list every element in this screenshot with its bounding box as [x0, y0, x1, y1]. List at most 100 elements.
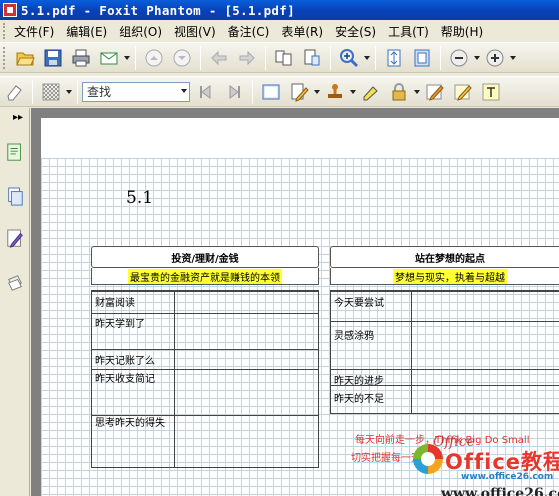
- menu-bar: 文件(F) 编辑(E) 组织(O) 视图(V) 备注(C) 表单(R) 安全(S…: [0, 20, 559, 42]
- save-button[interactable]: [40, 45, 66, 71]
- fit-page-button[interactable]: [381, 45, 407, 71]
- toolbar-separator: [375, 45, 376, 70]
- toolbar-separator: [200, 45, 201, 70]
- chevron-down-icon[interactable]: [181, 88, 187, 93]
- zoom-plus-button[interactable]: [482, 45, 508, 71]
- highlighter-icon: [363, 85, 378, 100]
- pdf-page: 5.1 投资/理财/金钱 最宝贵的金融资产就是赚钱的本领 财富阅读 昨天学到了 …: [41, 118, 559, 496]
- text-box-button[interactable]: [478, 79, 504, 105]
- email-button[interactable]: [96, 45, 122, 71]
- arrow-right-icon: [239, 50, 255, 65]
- right-subtitle-text: 梦想与现实，执着与超越: [393, 268, 507, 284]
- document-view[interactable]: 5.1 投资/理财/金钱 最宝贵的金融资产就是赚钱的本领 财富阅读 昨天学到了 …: [31, 108, 559, 496]
- menu-view[interactable]: 视图(V): [168, 23, 222, 40]
- page-extract-button[interactable]: [271, 45, 297, 71]
- pencil-dropdown[interactable]: [313, 79, 321, 105]
- next-page-button[interactable]: [169, 45, 195, 71]
- eraser-icon: [7, 84, 22, 100]
- folder-open-icon: [16, 52, 35, 65]
- menu-organize[interactable]: 组织(O): [113, 23, 168, 40]
- menu-security[interactable]: 安全(S): [329, 23, 382, 40]
- circle-up-icon: [145, 49, 163, 66]
- row-label-shortcomings: 昨天的不足: [334, 394, 384, 405]
- menu-help[interactable]: 帮助(H): [435, 23, 489, 40]
- row-label-inspiration: 灵感涂鸦: [334, 331, 374, 342]
- row-label-wealth-reading: 财富阅读: [95, 298, 135, 309]
- office26-watermark: Office Office教程网 www.office26.com www.of…: [413, 430, 559, 496]
- email-icon: [100, 52, 118, 64]
- row-label-progress: 昨天的进步: [334, 376, 384, 387]
- zoom-plus-dropdown[interactable]: [509, 45, 517, 71]
- zoom-dropdown[interactable]: [363, 45, 371, 71]
- row-label-income-expense: 昨天收支简记: [95, 374, 155, 385]
- find-previous-button[interactable]: [193, 79, 219, 105]
- highlight-button[interactable]: [358, 79, 384, 105]
- stamp-button[interactable]: [322, 79, 348, 105]
- find-box[interactable]: [82, 81, 190, 102]
- zoom-in-button[interactable]: [336, 45, 362, 71]
- toolbar-separator: [32, 79, 33, 104]
- eraser-button[interactable]: [1, 79, 27, 105]
- page-thumbnails-icon: [7, 143, 21, 161]
- menu-comments[interactable]: 备注(C): [222, 23, 276, 40]
- row-label-try-today: 今天要尝试: [334, 298, 384, 309]
- pencil-icon: [291, 83, 309, 102]
- menu-edit[interactable]: 编辑(E): [60, 23, 113, 40]
- open-button[interactable]: [12, 45, 38, 71]
- menu-forms[interactable]: 表单(R): [275, 23, 329, 40]
- zoom-out-dropdown[interactable]: [473, 45, 481, 71]
- edit-note-button[interactable]: [450, 79, 476, 105]
- toolbar-separator: [440, 45, 441, 70]
- find-next-icon: [229, 84, 240, 99]
- back-button[interactable]: [206, 45, 232, 71]
- pages-panel-button[interactable]: [3, 138, 27, 168]
- page-insert-button[interactable]: [299, 45, 325, 71]
- find-input[interactable]: [87, 84, 173, 99]
- text-box-icon: [482, 83, 500, 100]
- menu-tools[interactable]: 工具(T): [382, 23, 435, 40]
- zoom-out-button[interactable]: [446, 45, 472, 71]
- stamp-icon: [328, 83, 342, 98]
- toolbar-separator: [252, 79, 253, 104]
- app-icon[interactable]: [3, 3, 17, 17]
- toolbar-separator: [330, 45, 331, 70]
- layers-panel-button[interactable]: [3, 182, 27, 212]
- email-dropdown[interactable]: [123, 45, 131, 71]
- pencil-button[interactable]: [286, 79, 312, 105]
- pattern-button[interactable]: [38, 79, 64, 105]
- zoom-plus-icon: [486, 49, 504, 66]
- forward-button[interactable]: [234, 45, 260, 71]
- stamp-dropdown[interactable]: [349, 79, 357, 105]
- page-heading: 5.1: [126, 188, 154, 208]
- pattern-dropdown[interactable]: [65, 79, 73, 105]
- page-top-margin: [41, 118, 559, 158]
- left-section-title: 投资/理财/金钱: [91, 246, 319, 268]
- menu-file[interactable]: 文件(F): [8, 23, 60, 40]
- checker-icon: [42, 83, 60, 100]
- note-button[interactable]: [258, 79, 284, 105]
- attachments-panel-button[interactable]: [3, 268, 27, 298]
- fit-width-button[interactable]: [409, 45, 435, 71]
- watermark-url: www.office26.com: [461, 472, 554, 482]
- print-button[interactable]: [68, 45, 94, 71]
- lock-dropdown[interactable]: [413, 79, 421, 105]
- lock-button[interactable]: [386, 79, 412, 105]
- toolbar-separator: [265, 45, 266, 70]
- find-next-button[interactable]: [221, 79, 247, 105]
- typewriter-pen-icon: [426, 84, 444, 101]
- previous-page-button[interactable]: [141, 45, 167, 71]
- title-bar: 5.1.pdf - Foxit Phantom - [5.1.pdf]: [0, 0, 559, 20]
- insert-page-icon: [304, 49, 320, 65]
- row-label-reflection: 思考昨天的得失: [95, 418, 165, 429]
- lock-icon: [392, 82, 406, 100]
- row-label-learned: 昨天学到了: [95, 319, 145, 330]
- typewriter-button[interactable]: [422, 79, 448, 105]
- fit-width-icon: [414, 49, 430, 66]
- slogan-line-2: 切实把握每一天: [351, 453, 421, 464]
- expand-panel-icon[interactable]: ▸▸: [13, 112, 23, 123]
- comments-panel-button[interactable]: [3, 224, 27, 254]
- find-previous-icon: [200, 84, 211, 99]
- toolbar-grip[interactable]: [3, 46, 8, 69]
- right-section-subtitle: 梦想与现实，执着与超越: [330, 268, 559, 285]
- circle-down-icon: [173, 49, 191, 66]
